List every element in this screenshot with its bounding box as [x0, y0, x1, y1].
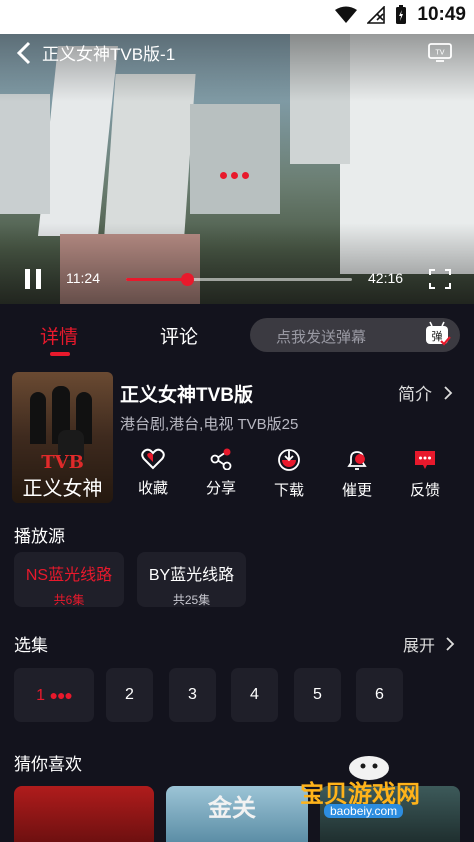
- poster-title-text: 正义女神: [22, 476, 103, 500]
- back-arrow-icon[interactable]: [16, 41, 32, 65]
- feedback-icon: [415, 451, 435, 469]
- remind-button[interactable]: 催更: [334, 448, 380, 500]
- episode-6[interactable]: 6: [356, 668, 403, 722]
- progress-slider[interactable]: [126, 273, 352, 286]
- source-option-by[interactable]: BY蓝光线路 共25集: [137, 552, 246, 607]
- video-title: 正义女神TVB版-1: [42, 45, 176, 64]
- feedback-label: 反馈: [409, 482, 440, 499]
- status-time: 10:49: [417, 4, 466, 25]
- show-tags: 港台剧,港台,电视 TVB版25: [120, 416, 299, 433]
- progress-knob[interactable]: [181, 273, 195, 286]
- tab-indicator: [50, 352, 70, 356]
- episode-3[interactable]: 3: [169, 668, 216, 722]
- source-count: 共25集: [172, 593, 211, 607]
- danmaku-input[interactable]: 点我发送弹幕 弹: [250, 318, 460, 352]
- intro-link[interactable]: 简介: [398, 380, 453, 405]
- episode-number: 1: [36, 687, 46, 704]
- download-icon: [278, 449, 300, 471]
- expand-label: 展开: [403, 638, 436, 655]
- battery-icon: [396, 5, 407, 24]
- bell-icon: [347, 451, 367, 470]
- remind-label: 催更: [341, 482, 372, 499]
- poster-logo-text: TVB: [41, 452, 84, 473]
- episode-2[interactable]: 2: [106, 668, 153, 722]
- share-icon: [210, 448, 232, 470]
- svg-text:弹: 弹: [432, 329, 443, 343]
- watermark: 宝贝游戏网 baobeiy.com: [300, 752, 460, 822]
- danmaku-placeholder: 点我发送弹幕: [276, 329, 367, 346]
- source-name: BY蓝光线路: [148, 567, 235, 584]
- current-time: 11:24: [66, 270, 100, 286]
- wifi-icon: [335, 6, 358, 23]
- danmaku-toggle-icon[interactable]: 弹: [424, 321, 452, 349]
- recommend-card-title: 金关: [208, 793, 256, 822]
- expand-button[interactable]: 展开: [403, 632, 455, 656]
- tab-details[interactable]: 详情: [40, 322, 78, 349]
- download-button[interactable]: 下载: [266, 448, 312, 500]
- svg-text:TV: TV: [434, 49, 444, 57]
- no-signal-icon: [367, 6, 386, 24]
- show-poster[interactable]: TVB 正义女神: [12, 372, 113, 503]
- share-label: 分享: [205, 480, 236, 497]
- episodes-title: 选集: [14, 636, 48, 655]
- source-title: 播放源: [14, 527, 65, 546]
- source-option-ns[interactable]: NS蓝光线路 共6集: [14, 552, 124, 607]
- tv-cast-icon[interactable]: TV: [428, 42, 452, 62]
- tab-comments[interactable]: 评论: [160, 322, 198, 349]
- source-name: NS蓝光线路: [25, 567, 113, 584]
- pause-icon[interactable]: [22, 267, 44, 291]
- action-row: 收藏 分享 下载 催更 反馈: [130, 448, 460, 504]
- watermark-url: baobeiy.com: [324, 804, 404, 818]
- episode-5[interactable]: 5: [294, 668, 341, 722]
- recommend-title: 猜你喜欢: [14, 755, 82, 774]
- favorite-button[interactable]: 收藏: [130, 448, 176, 498]
- heart-icon: [141, 448, 165, 470]
- favorite-label: 收藏: [137, 480, 168, 497]
- fullscreen-icon[interactable]: [428, 268, 452, 290]
- episode-1[interactable]: 1 ●●●: [14, 668, 94, 722]
- feedback-button[interactable]: 反馈: [402, 448, 448, 500]
- video-player[interactable]: 正义女神TVB版-1 TV 11:24 42:16: [0, 34, 474, 304]
- recommend-card[interactable]: [14, 786, 154, 842]
- source-count: 共6集: [53, 593, 85, 607]
- player-controls: 11:24 42:16: [0, 254, 474, 304]
- progress-fill: [126, 278, 188, 281]
- chevron-right-icon: [446, 637, 455, 651]
- recommend-card[interactable]: 金关: [166, 786, 308, 842]
- download-label: 下载: [273, 482, 304, 499]
- status-bar: 10:49: [0, 0, 474, 34]
- loading-indicator: [220, 172, 249, 179]
- share-button[interactable]: 分享: [198, 448, 244, 498]
- total-time: 42:16: [368, 270, 404, 286]
- show-title: 正义女神TVB版: [120, 385, 254, 406]
- episode-4[interactable]: 4: [231, 668, 278, 722]
- playing-indicator: ●●●: [49, 687, 72, 703]
- intro-label: 简介: [398, 385, 432, 404]
- chevron-right-icon: [444, 386, 453, 400]
- video-title-row: 正义女神TVB版-1: [16, 40, 175, 65]
